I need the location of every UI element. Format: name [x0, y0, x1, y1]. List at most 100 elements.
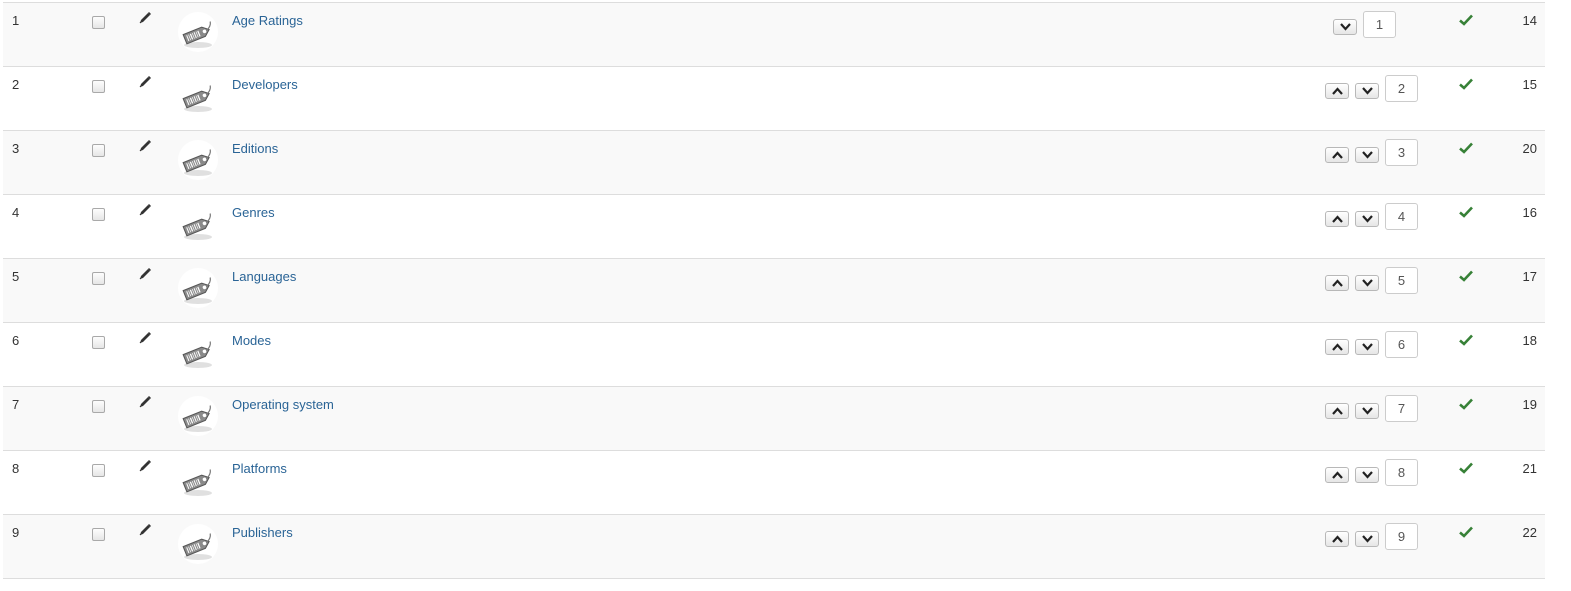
move-down-button[interactable] [1355, 83, 1379, 99]
row-title-link[interactable]: Age Ratings [232, 13, 303, 28]
row-number: 8 [12, 461, 20, 476]
move-down-button[interactable] [1355, 339, 1379, 355]
row-checkbox[interactable] [92, 336, 105, 349]
move-down-button[interactable] [1355, 531, 1379, 547]
row-checkbox[interactable] [92, 208, 105, 221]
order-input[interactable]: 6 [1385, 331, 1418, 358]
row-checkbox[interactable] [92, 16, 105, 29]
tag-icon [178, 204, 218, 244]
row-id: 21 [1522, 461, 1537, 476]
order-input[interactable]: 4 [1385, 203, 1418, 230]
order-input[interactable]: 1 [1363, 11, 1396, 38]
chevron-up-icon [1332, 151, 1343, 159]
tag-icon [178, 524, 218, 564]
order-input[interactable]: 8 [1385, 459, 1418, 486]
move-up-button[interactable] [1325, 275, 1349, 291]
check-icon[interactable] [1459, 78, 1473, 90]
chevron-down-icon [1362, 151, 1373, 159]
move-down-button[interactable] [1355, 211, 1379, 227]
table-row: 6 Modes 6 18 [3, 322, 1545, 386]
chevron-up-icon [1332, 407, 1343, 415]
chevron-up-icon [1332, 87, 1343, 95]
order-input[interactable]: 9 [1385, 523, 1418, 550]
row-number: 5 [12, 269, 20, 284]
pencil-icon[interactable] [137, 330, 153, 346]
row-title-link[interactable]: Languages [232, 269, 296, 284]
tag-icon [178, 460, 218, 500]
row-title-link[interactable]: Publishers [232, 525, 293, 540]
chevron-up-icon [1332, 535, 1343, 543]
chevron-up-icon [1332, 343, 1343, 351]
row-number: 2 [12, 77, 20, 92]
row-title-link[interactable]: Developers [232, 77, 298, 92]
pencil-icon[interactable] [137, 458, 153, 474]
row-title-link[interactable]: Operating system [232, 397, 334, 412]
check-icon[interactable] [1459, 270, 1473, 282]
check-icon[interactable] [1459, 206, 1473, 218]
tag-icon [178, 12, 218, 52]
pencil-icon[interactable] [137, 266, 153, 282]
check-icon[interactable] [1459, 334, 1473, 346]
tag-icon [178, 76, 218, 116]
chevron-down-icon [1362, 407, 1373, 415]
chevron-up-icon [1332, 471, 1343, 479]
check-icon[interactable] [1459, 398, 1473, 410]
chevron-down-icon [1362, 279, 1373, 287]
row-checkbox[interactable] [92, 144, 105, 157]
row-title-link[interactable]: Genres [232, 205, 275, 220]
order-input[interactable]: 2 [1385, 75, 1418, 102]
table-row: 9 Publishers 9 22 [3, 514, 1545, 578]
check-icon[interactable] [1459, 142, 1473, 154]
pencil-icon[interactable] [137, 74, 153, 90]
move-down-button[interactable] [1355, 275, 1379, 291]
table-row: 3 Editions 3 20 [3, 130, 1545, 194]
row-checkbox[interactable] [92, 80, 105, 93]
table-row: 5 Languages 5 17 [3, 258, 1545, 322]
row-number: 4 [12, 205, 20, 220]
pencil-icon[interactable] [137, 202, 153, 218]
chevron-down-icon [1362, 471, 1373, 479]
move-down-button[interactable] [1355, 467, 1379, 483]
move-down-button[interactable] [1333, 19, 1357, 35]
move-up-button[interactable] [1325, 211, 1349, 227]
move-up-button[interactable] [1325, 531, 1349, 547]
row-id: 19 [1522, 397, 1537, 412]
row-title-link[interactable]: Editions [232, 141, 278, 156]
row-checkbox[interactable] [92, 400, 105, 413]
category-table: 1 Age Ratings 1 14 2 Developers 2 15 3 E… [3, 2, 1545, 591]
check-icon[interactable] [1459, 14, 1473, 26]
move-up-button[interactable] [1325, 147, 1349, 163]
check-icon[interactable] [1459, 526, 1473, 538]
check-icon[interactable] [1459, 462, 1473, 474]
pencil-icon[interactable] [137, 138, 153, 154]
move-up-button[interactable] [1325, 83, 1349, 99]
order-input[interactable]: 5 [1385, 267, 1418, 294]
chevron-down-icon [1362, 87, 1373, 95]
pencil-icon[interactable] [137, 394, 153, 410]
move-up-button[interactable] [1325, 467, 1349, 483]
pencil-icon[interactable] [137, 522, 153, 538]
move-down-button[interactable] [1355, 403, 1379, 419]
pencil-icon[interactable] [137, 10, 153, 26]
table-row: 8 Platforms 8 21 [3, 450, 1545, 514]
move-up-button[interactable] [1325, 403, 1349, 419]
row-title-link[interactable]: Modes [232, 333, 271, 348]
order-input[interactable]: 3 [1385, 139, 1418, 166]
row-id: 20 [1522, 141, 1537, 156]
row-checkbox[interactable] [92, 528, 105, 541]
row-number: 6 [12, 333, 20, 348]
move-up-button[interactable] [1325, 339, 1349, 355]
row-number: 7 [12, 397, 20, 412]
move-down-button[interactable] [1355, 147, 1379, 163]
chevron-down-icon [1362, 215, 1373, 223]
row-title-link[interactable]: Platforms [232, 461, 287, 476]
order-input[interactable]: 7 [1385, 395, 1418, 422]
table-row: 1 Age Ratings 1 14 [3, 2, 1545, 66]
chevron-up-icon [1332, 279, 1343, 287]
row-id: 14 [1522, 13, 1537, 28]
row-id: 15 [1522, 77, 1537, 92]
tag-icon [178, 140, 218, 180]
tag-icon [178, 332, 218, 372]
row-checkbox[interactable] [92, 272, 105, 285]
row-checkbox[interactable] [92, 464, 105, 477]
